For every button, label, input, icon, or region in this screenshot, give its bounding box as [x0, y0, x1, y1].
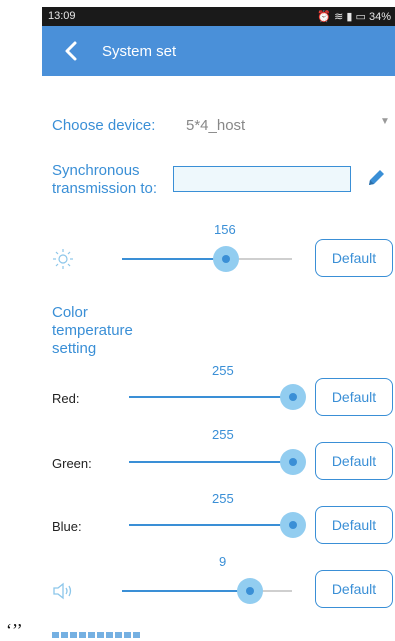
volume-value: 9 — [219, 554, 227, 569]
brightness-value: 156 — [214, 222, 236, 237]
dropdown-arrow-icon: ▼ — [380, 116, 390, 127]
app-bar: System set — [42, 26, 395, 76]
volume-thumb[interactable] — [236, 578, 263, 604]
signal-icon: ▮ — [346, 11, 353, 23]
device-label: Choose device: — [52, 117, 156, 134]
red-thumb[interactable] — [280, 384, 306, 410]
blue-slider[interactable] — [129, 512, 306, 538]
blue-fill — [129, 524, 293, 526]
battery-icon: ▭ — [355, 11, 366, 23]
green-track — [129, 461, 293, 463]
blue-track — [129, 524, 293, 526]
green-slider[interactable] — [129, 449, 306, 475]
red-slider[interactable] — [129, 384, 306, 410]
next-section-heading-partial — [52, 632, 172, 639]
edit-pencil-icon[interactable] — [365, 167, 387, 189]
sync-input[interactable] — [173, 166, 351, 192]
alarm-icon: ⏰ — [317, 11, 332, 23]
brightness-slider[interactable] — [122, 246, 292, 272]
wifi-icon: ≋ — [334, 11, 344, 23]
back-arrow-icon[interactable] — [62, 40, 82, 62]
status-time: 13:09 — [48, 10, 76, 22]
green-default-button[interactable]: Default — [315, 442, 393, 480]
green-fill — [129, 461, 293, 463]
battery-percent: 34% — [368, 11, 391, 23]
volume-fill — [122, 590, 250, 592]
sync-label-line1: Synchronous — [52, 162, 140, 179]
volume-track — [122, 590, 292, 592]
speaker-icon — [52, 580, 76, 602]
blue-default-button[interactable]: Default — [315, 506, 393, 544]
red-track — [129, 396, 293, 398]
volume-slider[interactable] — [122, 578, 292, 604]
green-value: 255 — [212, 427, 234, 442]
blue-value: 255 — [212, 491, 234, 506]
volume-default-button[interactable]: Default — [315, 570, 393, 608]
red-default-button[interactable]: Default — [315, 378, 393, 416]
blue-label: Blue: — [52, 519, 82, 534]
red-fill — [129, 396, 293, 398]
device-value: 5*4_host — [186, 117, 246, 134]
brightness-thumb[interactable] — [212, 246, 239, 272]
stray-quote-mark: ‘’’ — [6, 620, 23, 640]
blue-thumb[interactable] — [280, 512, 306, 538]
page-title: System set — [102, 43, 177, 60]
color-temp-line2: temperature — [52, 322, 133, 339]
device-dropdown[interactable]: 5*4_host ▼ — [182, 114, 390, 138]
brightness-default-button[interactable]: Default — [315, 239, 393, 277]
red-value: 255 — [212, 363, 234, 378]
red-label: Red: — [52, 391, 80, 406]
sync-label-line2: transmission to: — [52, 180, 158, 197]
brightness-sun-icon — [52, 248, 74, 270]
color-temp-line3: setting — [52, 340, 97, 357]
settings-panel: Choose device: 5*4_host ▼ Synchronous tr… — [42, 76, 395, 639]
green-thumb[interactable] — [280, 449, 306, 475]
status-icons: ⏰ ≋ ▮ ▭ 34% — [317, 10, 391, 23]
color-temp-line1: Color — [52, 304, 88, 321]
green-label: Green: — [52, 456, 92, 471]
status-bar: 13:09 ⏰ ≋ ▮ ▭ 34% — [42, 7, 395, 26]
brightness-track — [122, 258, 292, 260]
brightness-fill — [122, 258, 226, 260]
